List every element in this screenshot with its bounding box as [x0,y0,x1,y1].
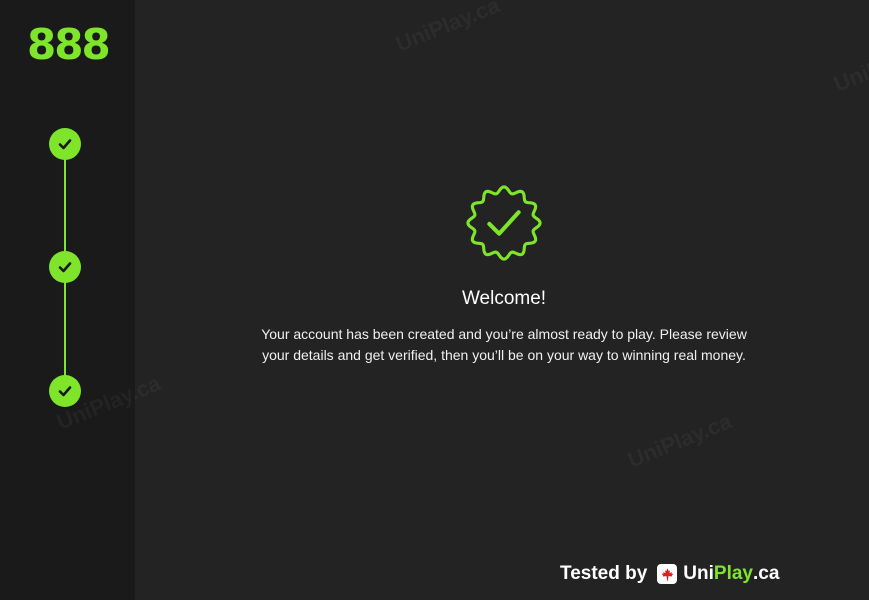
check-icon [58,386,72,397]
tested-by-footer: Tested by Uni Play .ca [560,562,779,586]
brand-play: Play [713,563,753,584]
watermark: UniPlay.ca [624,408,735,473]
check-icon [58,139,72,150]
maple-leaf-icon [657,564,678,584]
welcome-message: Your account has been created and you’re… [261,326,747,363]
sidebar: 888 [0,0,135,600]
main-panel: UniPlay.ca UniPlay.ca UniPlay.ca Welcome… [135,0,869,600]
check-icon [58,262,72,273]
logo-888: 888 [27,20,111,69]
step-1-complete [49,128,81,160]
watermark: UniPlay.ca [392,0,503,58]
step-2-complete [49,251,81,283]
welcome-title: Welcome! [461,288,547,309]
verified-badge-icon [466,185,542,261]
tested-by-label: Tested by [560,563,648,584]
brand-tld: .ca [752,563,780,584]
watermark: UniPlay.ca [830,32,869,97]
brand-uni: Uni [683,563,714,584]
